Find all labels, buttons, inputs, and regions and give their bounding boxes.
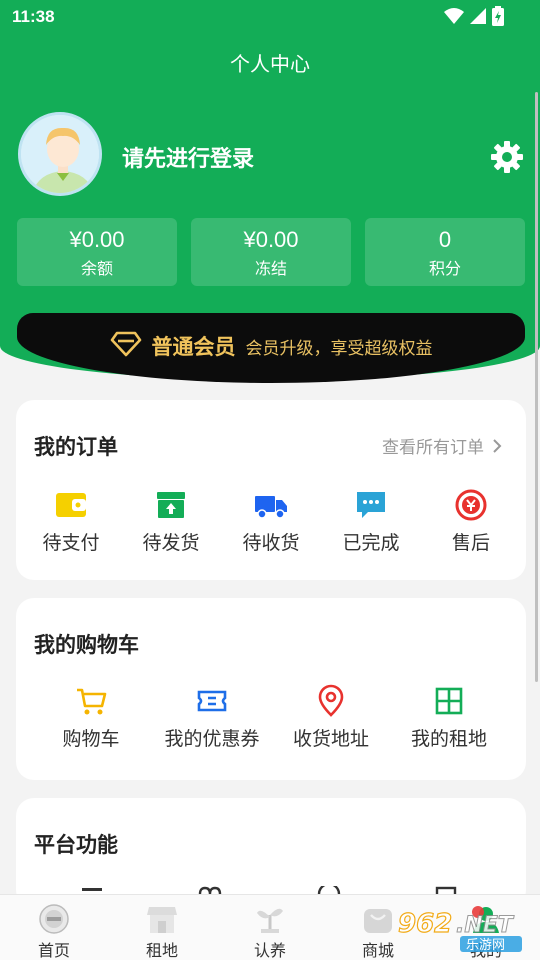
status-icons [444, 6, 504, 26]
cart-card: 我的购物车 购物车 我的优惠券 收货地址 我的租地 [16, 598, 526, 780]
scrollbar[interactable] [535, 92, 538, 682]
order-after-sale[interactable]: 售后 [416, 488, 526, 555]
view-all-label: 查看所有订单 [382, 438, 484, 458]
location-icon [318, 684, 344, 717]
cart-item-label: 我的优惠券 [164, 728, 260, 750]
cart-item-shopping-cart[interactable]: 购物车 [36, 684, 146, 751]
gear-icon[interactable] [490, 140, 524, 174]
stat-value: ¥0.00 [69, 227, 125, 252]
orders-card: 我的订单 查看所有订单 待支付 待发货 待收货 已完成 售后 [16, 400, 526, 580]
orders-title: 我的订单 [34, 435, 118, 459]
after-sale-icon [455, 489, 487, 521]
svg-text:.NET: .NET [456, 913, 515, 938]
cart-item-label: 收货地址 [292, 728, 369, 750]
order-completed[interactable]: 已完成 [316, 488, 426, 555]
stat-balance[interactable]: ¥0.00 余额 [17, 218, 177, 286]
order-pending-receipt[interactable]: 待收货 [216, 488, 326, 555]
stat-label: 积分 [428, 259, 461, 278]
tab-adopt[interactable]: 认养 [225, 903, 315, 960]
cart-icon [77, 688, 107, 715]
stat-value: 0 [438, 227, 452, 252]
stat-label: 余额 [80, 259, 113, 278]
login-prompt[interactable]: 请先进行登录 [122, 141, 254, 173]
order-label: 售后 [451, 532, 490, 554]
account-stats: ¥0.00 余额 ¥0.00 冻结 0 积分 [17, 218, 525, 286]
member-banner[interactable]: 普通会员 会员升级，享受超级权益 [17, 313, 525, 383]
stat-label: 冻结 [254, 259, 287, 278]
cart-title: 我的购物车 [34, 633, 139, 657]
grid-icon [435, 687, 463, 715]
svg-text:962: 962 [398, 909, 452, 939]
diamond-icon [110, 331, 141, 357]
order-label: 待支付 [42, 532, 100, 554]
chevron-right-icon [493, 438, 502, 453]
stat-points[interactable]: 0 积分 [365, 218, 525, 286]
cart-item-address[interactable]: 收货地址 [276, 684, 386, 751]
platform-title: 平台功能 [34, 833, 118, 857]
status-time: 11:38 [12, 7, 55, 26]
stat-value: ¥0.00 [243, 227, 299, 252]
tab-label: 首页 [37, 941, 70, 960]
store-icon [147, 907, 177, 933]
order-label: 待收货 [242, 532, 300, 554]
order-pending-shipment[interactable]: 待发货 [116, 488, 226, 555]
signal-icon [470, 8, 486, 24]
page-title: 个人中心 [230, 52, 310, 76]
order-label: 待发货 [142, 532, 200, 554]
coupon-icon [197, 690, 227, 712]
cart-item-label: 我的租地 [410, 728, 487, 750]
platform-card: 平台功能 [16, 798, 526, 908]
home-icon [39, 904, 69, 934]
cart-item-coupons[interactable]: 我的优惠券 [156, 684, 268, 751]
member-description: 会员升级，享受超级权益 [245, 339, 433, 359]
tab-home[interactable]: 首页 [9, 903, 99, 960]
mall-icon [364, 909, 392, 933]
tab-label: 认养 [253, 941, 286, 960]
tab-label: 租地 [145, 941, 178, 960]
cart-item-label: 购物车 [62, 728, 120, 750]
watermark-graphic: 962 .NET 乐游网 [397, 906, 522, 953]
battery-icon [492, 6, 504, 26]
order-label: 已完成 [342, 532, 400, 554]
wallet-icon [56, 493, 86, 517]
watermark-logo: 962 .NET 乐游网 [394, 902, 534, 953]
order-pending-payment[interactable]: 待支付 [16, 488, 126, 555]
package-icon [157, 492, 185, 518]
wifi-icon [444, 8, 464, 24]
cart-item-my-land[interactable]: 我的租地 [394, 684, 504, 751]
view-all-orders-link[interactable]: 查看所有订单 [382, 433, 502, 458]
member-tier: 普通会员 [151, 335, 236, 359]
status-bar: 11:38 [0, 0, 540, 36]
tab-land[interactable]: 租地 [117, 903, 207, 960]
stat-frozen[interactable]: ¥0.00 冻结 [191, 218, 351, 286]
truck-icon [255, 496, 287, 519]
chat-icon [357, 492, 385, 518]
svg-text:乐游网: 乐游网 [466, 938, 505, 952]
avatar[interactable] [18, 112, 102, 196]
plant-icon [257, 908, 283, 933]
